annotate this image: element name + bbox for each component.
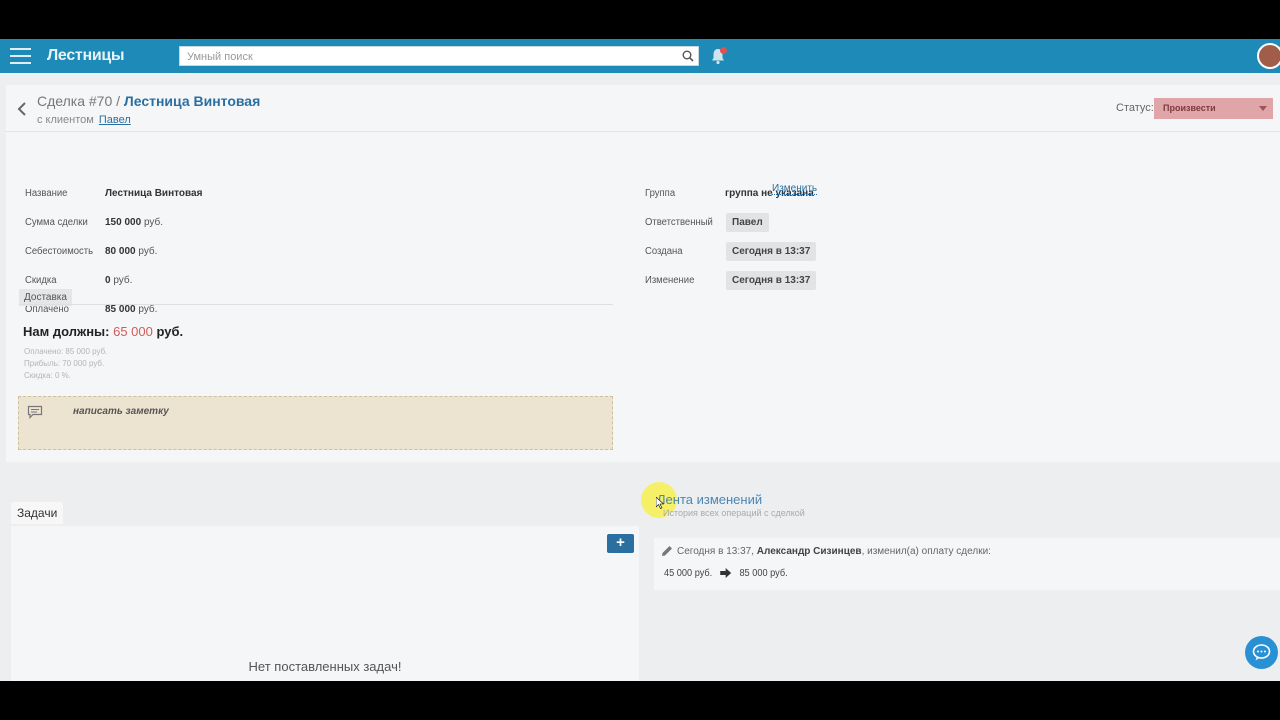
note-placeholder: написать заметку [73, 406, 169, 417]
owed-amount: 65 000 [113, 324, 153, 339]
history-subtitle: История всех операций с сделкой [663, 508, 805, 518]
history-entry-text: Сегодня в 13:37, Александр Сизинцев, изм… [677, 546, 991, 557]
back-arrow-icon[interactable] [16, 101, 28, 117]
deal-panel: Сделка #70 / Лестница Винтовая с клиенто… [6, 85, 1280, 462]
profit-stat: Прибыль: 70 000 руб. [24, 359, 105, 368]
field-value-cost: 80 000 руб. [105, 246, 158, 257]
top-bar: Лестницы [0, 39, 1280, 73]
empty-tasks-message: Нет поставленных задач! [248, 659, 402, 674]
chat-button[interactable] [1245, 636, 1278, 669]
notification-badge [720, 47, 727, 54]
mouse-cursor-icon [656, 497, 664, 509]
deal-number: Сделка #70 / [37, 93, 121, 109]
tab-tasks[interactable]: Задачи [11, 502, 64, 524]
field-label-created: Создана [645, 246, 683, 257]
deal-client: с клиентом Павел [37, 114, 131, 126]
history-entry-user: Александр Сизинцев [756, 546, 862, 557]
owed-label: Нам должны: [23, 324, 110, 339]
field-value-discount: 0 руб. [105, 275, 133, 286]
deal-name: Лестница Винтовая [123, 93, 261, 109]
smart-search[interactable] [179, 46, 699, 66]
field-value-sum: 150 000 руб. [105, 217, 164, 228]
divider [19, 304, 613, 305]
deal-title: Сделка #70 / Лестница Винтовая [37, 93, 260, 109]
comment-icon [27, 405, 43, 419]
status-label: Статус: [1116, 102, 1154, 114]
search-input[interactable] [180, 48, 670, 66]
history-entry-action: , изменил(а) оплату сделки: [861, 546, 991, 557]
field-label-cost: Себестоимость [25, 246, 94, 257]
history-entry-values: 45 000 руб. 85 000 руб. [664, 568, 788, 579]
history-entry-time: Сегодня в 13:37, [677, 546, 754, 557]
old-value: 45 000 руб. [664, 568, 713, 579]
paid-stat: Оплачено: 85 000 руб. [24, 347, 108, 356]
status-value: Произвести [1163, 103, 1216, 113]
field-label-responsible: Ответственный [645, 217, 713, 228]
responsible-chip: Павел [726, 213, 769, 232]
client-label: с клиентом [37, 114, 94, 126]
add-task-button[interactable]: + [607, 534, 634, 553]
modified-chip: Сегодня в 13:37 [726, 271, 817, 290]
field-label-name: Название [25, 188, 68, 199]
owed-summary: Нам должны: 65 000 руб. [23, 324, 183, 339]
note-input-area[interactable]: написать заметку [18, 396, 613, 450]
tasks-panel: + Нет поставленных задач! [11, 526, 639, 681]
user-avatar[interactable] [1257, 43, 1280, 69]
field-value-name: Лестница Винтовая [105, 188, 203, 199]
hamburger-menu-icon[interactable] [10, 48, 31, 64]
field-label-discount: Скидка [25, 275, 57, 286]
discount-stat: Скидка: 0 %. [24, 371, 71, 380]
status-dropdown[interactable]: Произвести [1154, 98, 1273, 119]
pencil-icon [662, 546, 672, 556]
field-label-sum: Сумма сделки [25, 217, 88, 228]
arrow-right-icon [720, 568, 732, 579]
app-screen: Лестницы Сделка #70 / Лестница Винтовая … [0, 39, 1280, 681]
created-chip: Сегодня в 13:37 [726, 242, 817, 261]
owed-unit: руб. [156, 324, 184, 339]
change-responsible-link[interactable]: Изменить [772, 183, 818, 195]
app-title: Лестницы [47, 47, 125, 64]
field-label-group: Группа [645, 188, 676, 199]
divider [6, 131, 1280, 132]
field-value-paid: 85 000 руб. [105, 304, 158, 315]
chat-icon [1252, 644, 1271, 661]
client-link[interactable]: Павел [99, 114, 131, 126]
chevron-down-icon [1259, 106, 1267, 111]
history-title: Лента изменений [657, 492, 763, 507]
new-value: 85 000 руб. [739, 568, 788, 579]
field-label-modified: Изменение [645, 275, 695, 286]
search-icon[interactable] [682, 50, 694, 62]
history-entry: Сегодня в 13:37, Александр Сизинцев, изм… [654, 538, 1280, 590]
